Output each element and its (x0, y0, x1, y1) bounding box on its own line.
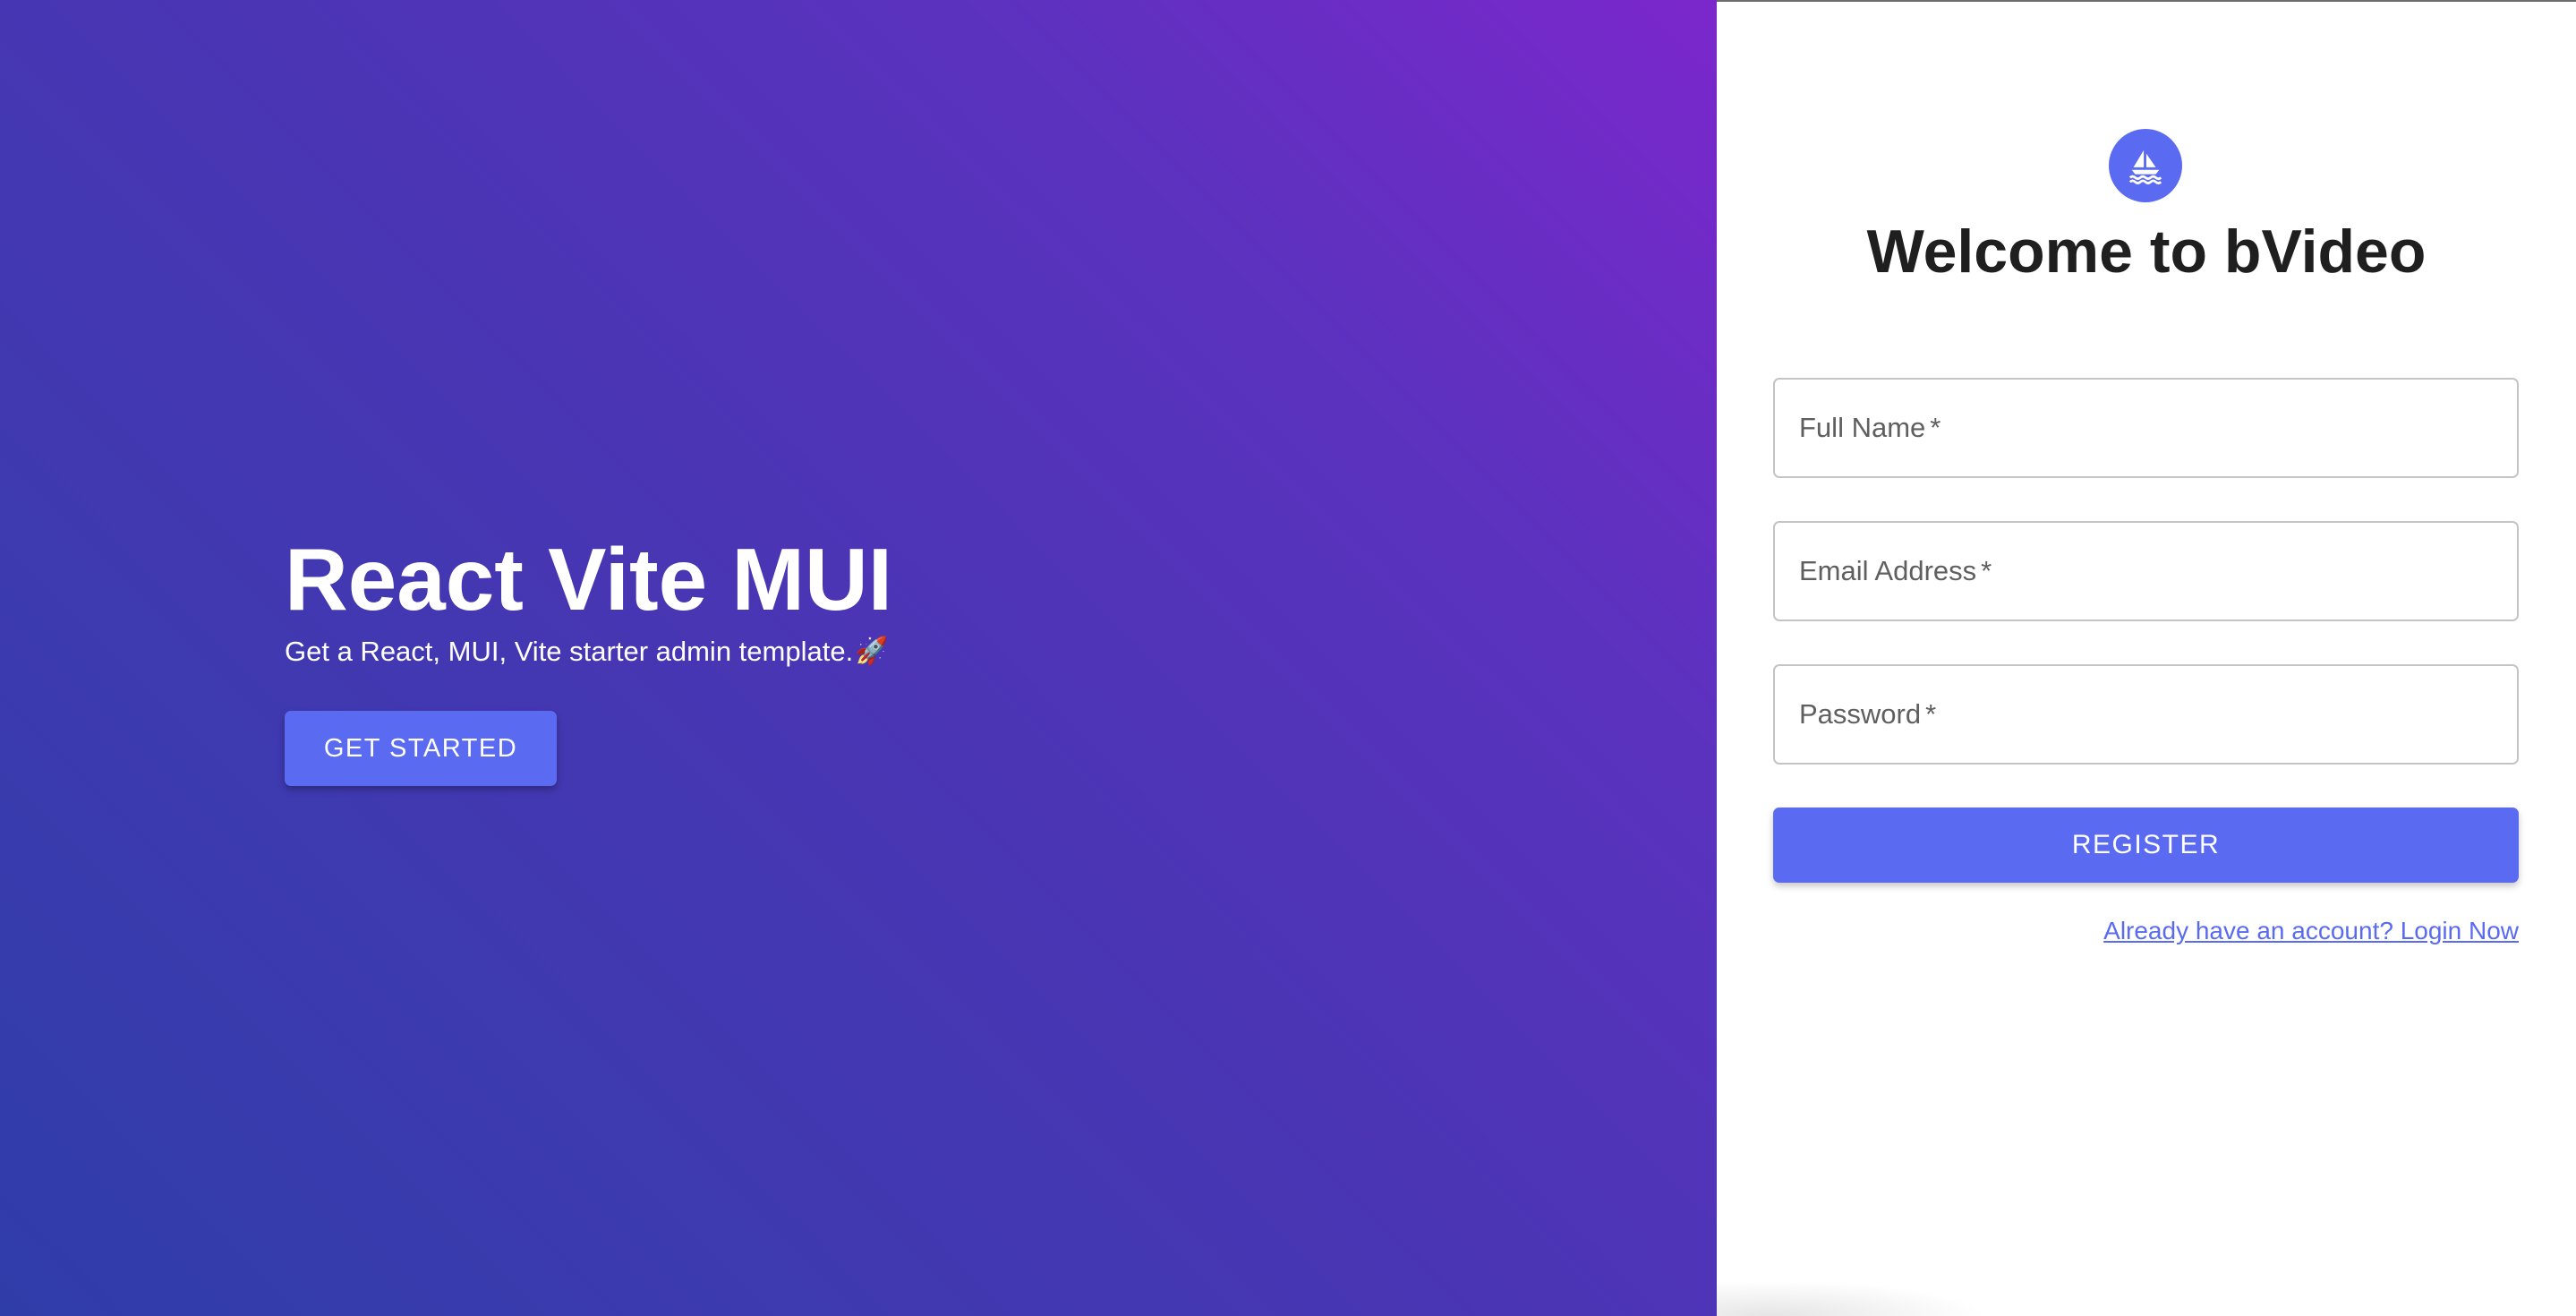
full-name-input[interactable] (1775, 380, 2517, 476)
full-name-field[interactable]: Full Name * (1773, 378, 2519, 478)
rocket-icon: 🚀 (855, 637, 889, 666)
hero-content: React Vite MUI Get a React, MUI, Vite st… (285, 534, 1090, 786)
register-page: React Vite MUI Get a React, MUI, Vite st… (0, 0, 2576, 1316)
get-started-button[interactable]: GET STARTED (285, 711, 557, 786)
register-button[interactable]: REGISTER (1773, 808, 2519, 883)
email-input[interactable] (1775, 523, 2517, 620)
email-field[interactable]: Email Address * (1773, 521, 2519, 621)
hero-title: React Vite MUI (285, 530, 892, 628)
hero-section: React Vite MUI Get a React, MUI, Vite st… (0, 0, 1717, 1316)
sailboat-icon (2128, 150, 2162, 184)
hero-subtitle: Get a React, MUI, Vite starter admin tem… (285, 634, 1090, 670)
hero-subtitle-text: Get a React, MUI, Vite starter admin tem… (285, 636, 854, 667)
password-field[interactable]: Password * (1773, 664, 2519, 765)
panel-shadow (1717, 1280, 1985, 1316)
password-input[interactable] (1775, 666, 2517, 763)
register-title: Welcome to bVideo (1866, 218, 2427, 286)
logo-avatar (2109, 129, 2182, 202)
login-link[interactable]: Already have an account? Login Now (2103, 917, 2519, 945)
